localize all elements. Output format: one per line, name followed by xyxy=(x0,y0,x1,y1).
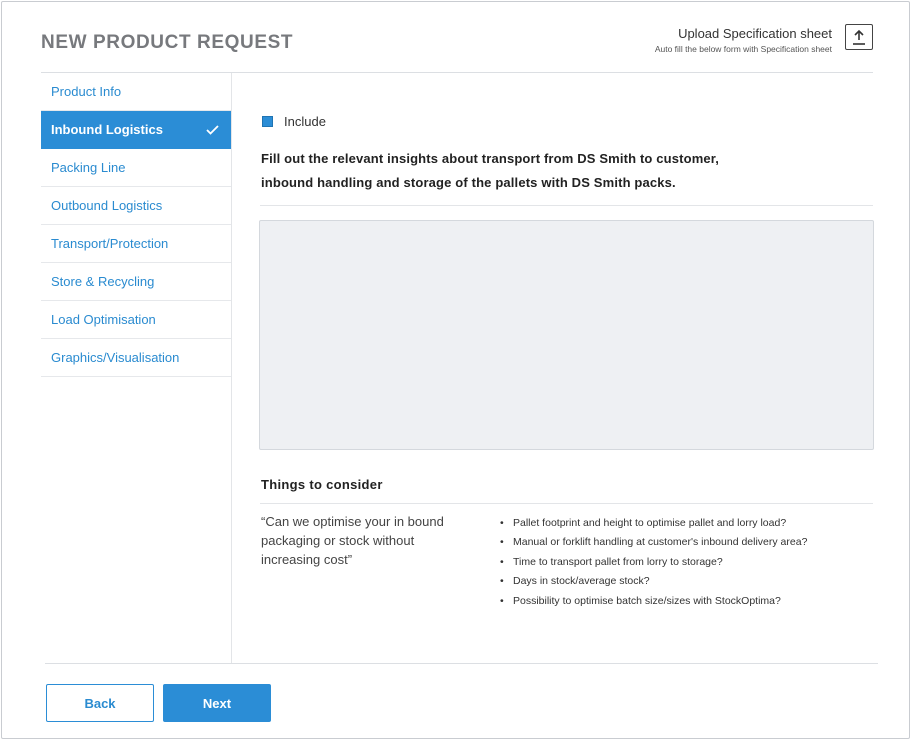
sidebar-item-label: Packing Line xyxy=(51,160,126,175)
sidebar-item-label: Load Optimisation xyxy=(51,312,156,327)
insights-textarea[interactable] xyxy=(259,220,874,450)
list-item: Manual or forklift handling at customer'… xyxy=(500,533,807,552)
sidebar-item-label: Inbound Logistics xyxy=(51,122,163,137)
footer-divider xyxy=(45,663,878,664)
sidebar: Product Info Inbound Logistics Packing L… xyxy=(41,73,231,377)
upload-button[interactable] xyxy=(845,24,873,50)
things-to-consider-heading: Things to consider xyxy=(261,477,383,492)
consider-divider xyxy=(260,503,873,504)
sidebar-item-label: Product Info xyxy=(51,84,122,99)
upload-title[interactable]: Upload Specification sheet xyxy=(655,26,832,42)
sidebar-item-load-optimisation[interactable]: Load Optimisation xyxy=(41,301,231,339)
page-title: NEW PRODUCT REQUEST xyxy=(41,32,294,53)
consider-quote: “Can we optimise your in bound packaging… xyxy=(261,514,444,567)
sidebar-item-inbound-logistics[interactable]: Inbound Logistics xyxy=(41,111,231,149)
sidebar-item-label: Graphics/Visualisation xyxy=(51,350,180,365)
upload-spec-block: Upload Specification sheet Auto fill the… xyxy=(655,26,832,54)
sidebar-item-label: Outbound Logistics xyxy=(51,198,163,213)
sidebar-item-packing-line[interactable]: Packing Line xyxy=(41,149,231,187)
upload-subtitle: Auto fill the below form with Specificat… xyxy=(654,44,832,54)
include-label: Include xyxy=(284,114,326,129)
list-item: Pallet footprint and height to optimise … xyxy=(500,514,807,533)
sidebar-item-store-recycling[interactable]: Store & Recycling xyxy=(41,263,231,301)
consider-bullet-list: Pallet footprint and height to optimise … xyxy=(500,514,807,611)
sidebar-item-transport-protection[interactable]: Transport/Protection xyxy=(41,225,231,263)
next-button[interactable]: Next xyxy=(163,684,271,722)
upload-icon xyxy=(853,29,865,45)
sidebar-item-label: Transport/Protection xyxy=(51,236,169,251)
include-checkbox-row[interactable]: Include xyxy=(262,114,326,129)
checkmark-icon xyxy=(206,124,219,135)
sidebar-divider xyxy=(231,73,232,663)
back-button[interactable]: Back xyxy=(46,684,154,722)
intro-divider xyxy=(260,205,873,206)
list-item: Time to transport pallet from lorry to s… xyxy=(500,553,807,572)
intro-line-2: inbound handling and storage of the pall… xyxy=(261,175,676,190)
sidebar-item-label: Store & Recycling xyxy=(51,274,155,289)
list-item: Possibility to optimise batch size/sizes… xyxy=(500,592,807,611)
intro-text: Fill out the relevant insights about tra… xyxy=(261,147,851,195)
sidebar-item-graphics-visualisation[interactable]: Graphics/Visualisation xyxy=(41,339,231,377)
intro-line-1: Fill out the relevant insights about tra… xyxy=(261,151,720,166)
include-checkbox[interactable] xyxy=(262,116,273,127)
sidebar-item-outbound-logistics[interactable]: Outbound Logistics xyxy=(41,187,231,225)
list-item: Days in stock/average stock? xyxy=(500,572,807,591)
sidebar-item-product-info[interactable]: Product Info xyxy=(41,73,231,111)
